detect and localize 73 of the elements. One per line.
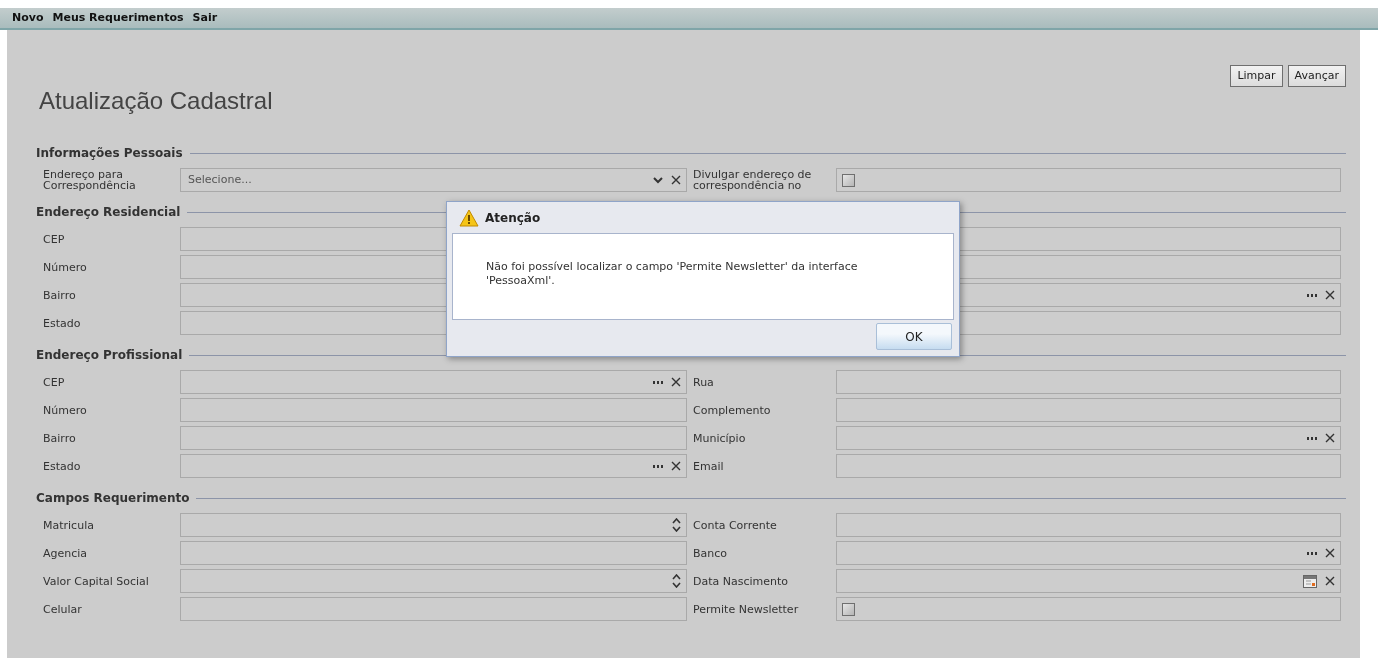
spinner-icon[interactable] (672, 518, 681, 532)
calendar-icon[interactable] (1303, 574, 1317, 588)
clear-icon[interactable] (1325, 433, 1335, 443)
field-label: Valor Capital Social (43, 575, 149, 587)
ellipsis-icon[interactable] (1307, 436, 1317, 440)
clear-icon[interactable] (1325, 548, 1335, 558)
field-label: Número (43, 261, 87, 273)
input-field[interactable] (836, 398, 1341, 422)
ok-button[interactable]: OK (876, 323, 952, 350)
field-label: Endereço para Correspondência (43, 169, 137, 191)
field-label: Bairro (43, 432, 76, 444)
clear-icon[interactable] (671, 461, 681, 471)
ellipsis-icon[interactable] (1307, 293, 1317, 297)
input-field[interactable] (180, 370, 687, 394)
field-label: Complemento (693, 404, 771, 416)
dialog-message: Não foi possível localizar o campo 'Permite Newsletter' da interface 'PessoaXml'. (486, 260, 859, 288)
field-label: Data Nascimento (693, 575, 789, 587)
input-field[interactable] (836, 370, 1341, 394)
checkbox-field[interactable] (836, 168, 1341, 192)
warning-icon (459, 208, 479, 227)
ellipsis-icon[interactable] (653, 464, 663, 468)
input-field[interactable] (836, 513, 1341, 537)
checkbox[interactable] (842, 173, 855, 187)
clear-icon[interactable] (1325, 290, 1335, 300)
field-label: Banco (693, 547, 728, 559)
toolbar-button[interactable]: Limpar (1230, 65, 1283, 87)
section-title: Informações Pessoais (36, 145, 183, 162)
field-label: Celular (43, 603, 82, 615)
spinner-icon[interactable] (672, 574, 681, 588)
field-label: Estado (43, 317, 81, 329)
field-label: CEP (43, 376, 65, 388)
dialog-title: Atenção (485, 209, 541, 227)
clear-icon[interactable] (671, 175, 681, 185)
menu-link[interactable]: Novo (12, 9, 44, 27)
section-title: Endereço Residencial (36, 204, 181, 221)
clear-icon[interactable] (1325, 576, 1335, 586)
input-field[interactable] (836, 541, 1341, 565)
input-field[interactable] (836, 426, 1341, 450)
field-label: Agencia (43, 547, 88, 559)
toolbar-button[interactable]: Avançar (1287, 65, 1346, 87)
field-label: Divulgar endereço de correspondência no (693, 169, 813, 191)
ellipsis-icon[interactable] (653, 380, 663, 384)
input-field[interactable] (836, 454, 1341, 478)
input-field[interactable] (180, 426, 687, 450)
field-label: Número (43, 404, 87, 416)
input-field[interactable] (180, 597, 687, 621)
clear-icon[interactable] (671, 377, 681, 387)
input-field[interactable]: Selecione... (186, 171, 645, 189)
input-field[interactable] (180, 398, 687, 422)
input-field[interactable] (180, 541, 687, 565)
field-label: Município (693, 432, 746, 444)
field-label: Bairro (43, 289, 76, 301)
field-label: Estado (43, 460, 81, 472)
input-field[interactable] (180, 569, 687, 593)
section-title: Campos Requerimento (36, 490, 190, 507)
field-label: Conta Corrente (693, 519, 777, 531)
field-label: Email (693, 460, 724, 472)
page-title: Atualização Cadastral (39, 87, 274, 115)
dropdown[interactable]: Selecione... (180, 168, 687, 192)
input-field[interactable] (180, 513, 687, 537)
chevron-down-icon[interactable] (653, 176, 663, 184)
input-field[interactable] (836, 569, 1341, 593)
field-label: CEP (43, 233, 65, 245)
field-label: Permite Newsletter (693, 603, 799, 615)
menu-link[interactable]: Meus Requerimentos (52, 9, 184, 27)
checkbox[interactable] (842, 602, 855, 616)
menu-link[interactable]: Sair (192, 9, 218, 27)
input-field[interactable] (180, 454, 687, 478)
field-label: Rua (693, 376, 714, 388)
ellipsis-icon[interactable] (1307, 551, 1317, 555)
field-label: Matricula (43, 519, 94, 531)
section-title: Endereço Profissional (36, 347, 183, 364)
checkbox-field[interactable] (836, 597, 1341, 621)
